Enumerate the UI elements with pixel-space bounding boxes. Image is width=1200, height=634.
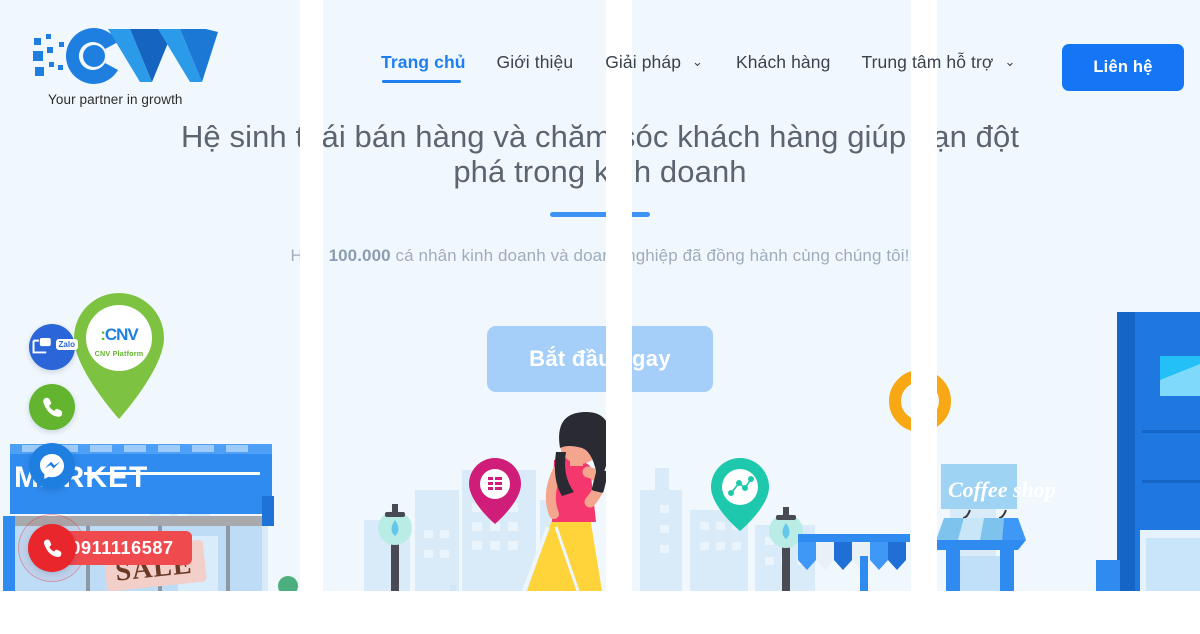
subtitle-count: 100.000 bbox=[328, 246, 391, 265]
coffee-shop: Coffee shop bbox=[928, 464, 1056, 591]
call-now-button[interactable] bbox=[28, 524, 76, 572]
zalo-label: Zalo bbox=[55, 338, 78, 350]
building-right bbox=[1096, 312, 1200, 591]
chevron-down-icon: ⌄ bbox=[1004, 54, 1016, 69]
pin-label: CNV Platform bbox=[94, 349, 144, 358]
nav-label: Giới thiệu bbox=[496, 52, 574, 72]
chevron-down-icon: ⌄ bbox=[692, 54, 704, 69]
nav-item-giai-phap[interactable]: Giải pháp ⌄ bbox=[605, 52, 703, 85]
page-bottom-whitespace bbox=[0, 591, 1200, 634]
screenshot-canvas: MARKET SALE Coffee shop Your partner in … bbox=[0, 0, 1200, 634]
pin-teal bbox=[711, 458, 769, 531]
floating-contact-widgets: :CNV CNV Platform Zalo 0911116587 bbox=[0, 0, 300, 591]
svg-text:Coffee shop: Coffee shop bbox=[948, 477, 1056, 502]
zalo-button[interactable]: Zalo bbox=[29, 324, 78, 370]
nav-label: Khách hàng bbox=[736, 52, 831, 72]
street-lamp-left bbox=[378, 504, 412, 591]
nav-label: Trung tâm hỗ trợ bbox=[861, 52, 994, 72]
zalo-icon bbox=[32, 337, 51, 354]
subtitle-suffix: cá nhân kinh doanh và doanh nghiệp đã đồ… bbox=[390, 246, 910, 265]
pin-pink bbox=[469, 458, 521, 524]
awning-blue bbox=[798, 534, 910, 591]
pin-logo-text: :CNV bbox=[100, 325, 139, 344]
nav-links: Trang chủ Giới thiệu Giải pháp ⌄ Khách h… bbox=[381, 52, 1015, 86]
woman-illustration bbox=[522, 412, 611, 591]
nav-item-trang-chu[interactable]: Trang chủ bbox=[381, 52, 466, 85]
cnv-platform-pin[interactable]: :CNV CNV Platform bbox=[72, 291, 166, 421]
nav-label: Trang chủ bbox=[381, 52, 466, 72]
title-divider bbox=[550, 212, 650, 217]
phone-call-button[interactable] bbox=[29, 384, 75, 430]
phone-icon bbox=[43, 397, 63, 417]
nav-item-trung-tam-ho-tro[interactable]: Trung tâm hỗ trợ ⌄ bbox=[861, 52, 1015, 85]
contact-button[interactable]: Liên hệ bbox=[1062, 44, 1184, 91]
phone-icon bbox=[43, 539, 62, 557]
nav-item-gioi-thieu[interactable]: Giới thiệu bbox=[497, 52, 574, 85]
orange-ring bbox=[889, 370, 951, 432]
messenger-icon bbox=[40, 454, 64, 479]
street-lamp-right bbox=[769, 507, 803, 591]
hero-section: MARKET SALE Coffee shop Your partner in … bbox=[0, 0, 1200, 591]
start-now-button[interactable]: Bắt đầu ngay bbox=[487, 326, 713, 392]
nav-item-khach-hang[interactable]: Khách hàng bbox=[736, 52, 830, 85]
nav-label: Giải pháp bbox=[605, 52, 682, 72]
messenger-button[interactable] bbox=[29, 443, 75, 489]
